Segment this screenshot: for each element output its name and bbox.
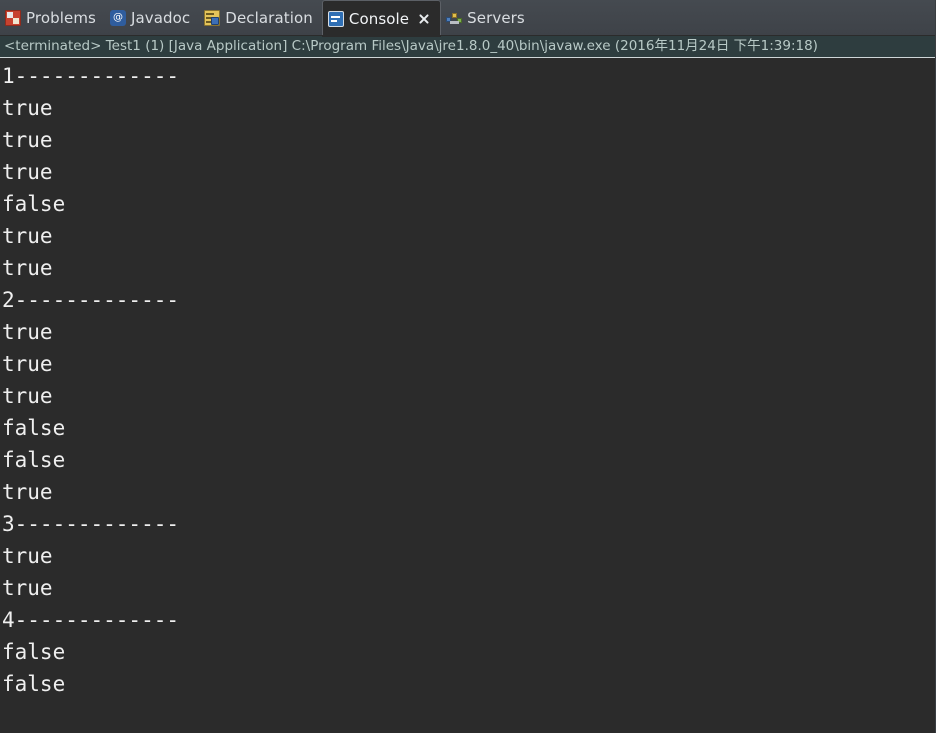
tab-declaration[interactable]: Declaration: [199, 0, 322, 36]
tab-problems[interactable]: Problems: [0, 0, 105, 36]
view-tab-bar: Problems @ Javadoc Declaration Console S…: [0, 0, 936, 37]
console-line: 4-------------: [2, 608, 180, 632]
tab-servers-label: Servers: [467, 9, 525, 27]
console-line: false: [2, 672, 66, 696]
console-line: true: [2, 96, 53, 120]
console-line: true: [2, 352, 53, 376]
console-line: false: [2, 192, 66, 216]
close-icon[interactable]: [417, 12, 431, 26]
tab-javadoc-label: Javadoc: [130, 9, 191, 27]
console-line: true: [2, 480, 53, 504]
servers-icon: [446, 10, 463, 26]
console-line: 2-------------: [2, 288, 180, 312]
console-line: false: [2, 416, 66, 440]
console-icon: [327, 10, 344, 27]
tab-declaration-label: Declaration: [225, 9, 313, 27]
tab-problems-label: Problems: [26, 9, 96, 27]
console-line: false: [2, 640, 66, 664]
declaration-icon: [204, 10, 221, 26]
console-line: true: [2, 320, 53, 344]
console-line: false: [2, 448, 66, 472]
console-line: true: [2, 384, 53, 408]
console-line: true: [2, 576, 53, 600]
console-view: Problems @ Javadoc Declaration Console S…: [0, 0, 936, 733]
tab-console-label: Console: [348, 9, 410, 28]
console-line: true: [2, 128, 53, 152]
console-line: true: [2, 256, 53, 280]
console-line: true: [2, 544, 53, 568]
tab-javadoc[interactable]: @ Javadoc: [105, 0, 199, 36]
console-output[interactable]: 1------------- true true true false true…: [0, 58, 936, 733]
console-line: 1-------------: [2, 64, 180, 88]
javadoc-icon: @: [109, 10, 126, 26]
console-line: true: [2, 224, 53, 248]
launch-status-line: <terminated> Test1 (1) [Java Application…: [0, 36, 936, 57]
console-line: 3-------------: [2, 512, 180, 536]
tab-servers[interactable]: Servers: [441, 0, 534, 36]
problems-icon: [5, 10, 21, 26]
tab-console[interactable]: Console: [321, 0, 442, 37]
console-line: true: [2, 160, 53, 184]
